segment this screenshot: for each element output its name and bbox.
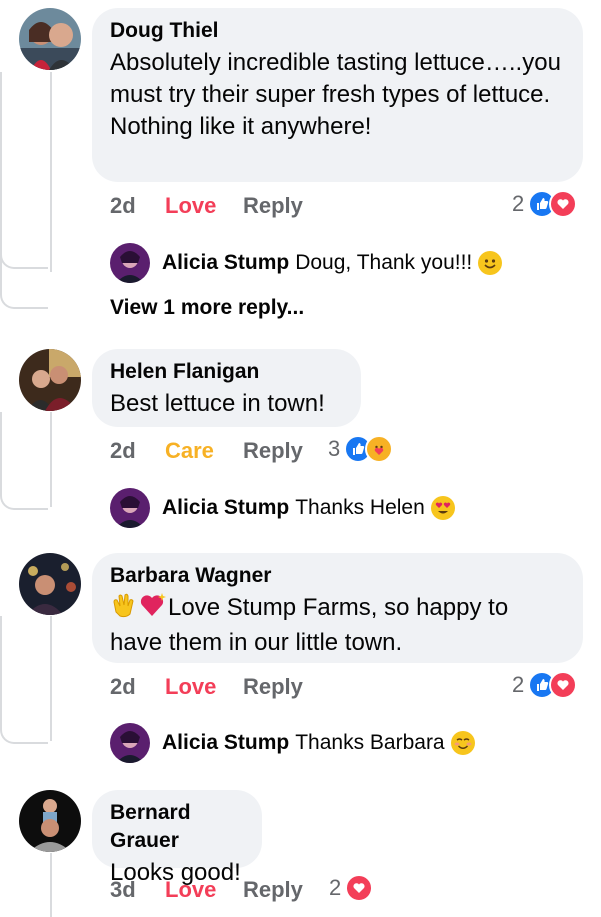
thread-hook (0, 412, 48, 510)
comment-text: Love Stump Farms, so happy to have them … (110, 594, 509, 656)
comment-bubble: Doug Thiel Absolutely incredible tasting… (92, 8, 583, 182)
care-icon (365, 435, 394, 463)
comment-author[interactable]: Helen Flanigan (110, 358, 343, 386)
heart-eyes-icon (430, 496, 455, 520)
avatar[interactable] (110, 723, 150, 763)
thread-hook (0, 72, 48, 309)
comment-timestamp[interactable]: 2d (110, 674, 165, 700)
reaction-summary[interactable]: 2 (329, 873, 374, 903)
reaction-count: 2 (512, 672, 525, 697)
smiling-blush-icon (450, 731, 475, 755)
comment-text: Best lettuce in town! (110, 390, 325, 417)
reply-item: Alicia Stump Thanks Barbara (110, 723, 475, 763)
reply-text: Doug, Thank you!!! (295, 251, 473, 274)
reply-author[interactable]: Alicia Stump (162, 731, 289, 755)
reply-author[interactable]: Alicia Stump (162, 496, 289, 520)
comment-author[interactable]: Barbara Wagner (110, 562, 565, 590)
reaction-button[interactable]: Care (165, 438, 243, 464)
comment-author[interactable]: Doug Thiel (110, 17, 565, 45)
comment-timestamp[interactable]: 2d (110, 193, 165, 219)
reaction-summary[interactable]: 3 (328, 434, 394, 464)
avatar[interactable] (19, 790, 81, 852)
reaction-count: 2 (512, 191, 525, 216)
avatar[interactable] (110, 488, 150, 528)
reply-button[interactable]: Reply (243, 193, 303, 219)
comment-actions: 2d Love Reply (110, 191, 303, 221)
reply-author[interactable]: Alicia Stump (162, 251, 289, 275)
love-icon (549, 190, 578, 218)
view-more-replies-link[interactable]: View 1 more reply... (110, 296, 304, 320)
reply-button[interactable]: Reply (243, 674, 303, 700)
reaction-button[interactable]: Love (165, 193, 243, 219)
love-icon (345, 874, 374, 902)
thread-line (50, 72, 52, 272)
clapping-hands-icon (110, 592, 138, 627)
thread-line (50, 412, 52, 507)
slightly-smiling-face-icon (478, 251, 503, 275)
comment-bubble: Barbara Wagner Love Stump Farms, so happ… (92, 553, 583, 663)
thread-line (50, 853, 52, 917)
reaction-count: 3 (328, 436, 341, 461)
comment-text: Absolutely incredible tasting lettuce…..… (110, 49, 561, 140)
comment-timestamp[interactable]: 3d (110, 877, 165, 903)
comment-timestamp[interactable]: 2d (110, 438, 165, 464)
reply-text: Thanks Helen (295, 496, 425, 519)
reply-button[interactable]: Reply (243, 438, 303, 464)
reaction-button[interactable]: Love (165, 877, 243, 903)
thread-hook (0, 616, 48, 744)
reaction-summary[interactable]: 2 (512, 189, 578, 219)
reply-item: Alicia Stump Thanks Helen (110, 488, 455, 528)
reply-text: Thanks Barbara (295, 731, 445, 754)
comment-actions: 3d Love Reply (110, 875, 303, 905)
sparkling-heart-icon (138, 592, 168, 627)
comment-bubble: Bernard Grauer Looks good! (92, 790, 262, 886)
comment-bubble: Helen Flanigan Best lettuce in town! (92, 349, 361, 427)
comment-actions: 2d Love Reply (110, 672, 303, 702)
comment-author[interactable]: Bernard Grauer (110, 799, 244, 855)
reaction-summary[interactable]: 2 (512, 670, 578, 700)
avatar[interactable] (110, 243, 150, 283)
avatar[interactable] (19, 349, 81, 411)
thread-line (50, 616, 52, 741)
reaction-button[interactable]: Love (165, 674, 243, 700)
reply-item: Alicia Stump Doug, Thank you!!! (110, 243, 503, 283)
reply-button[interactable]: Reply (243, 877, 303, 903)
comment-text-block: Love Stump Farms, so happy to have them … (110, 592, 565, 659)
avatar[interactable] (19, 8, 81, 70)
reaction-count: 2 (329, 875, 342, 900)
comment-actions: 2d Care Reply (110, 436, 303, 466)
avatar[interactable] (19, 553, 81, 615)
love-icon (549, 671, 578, 699)
